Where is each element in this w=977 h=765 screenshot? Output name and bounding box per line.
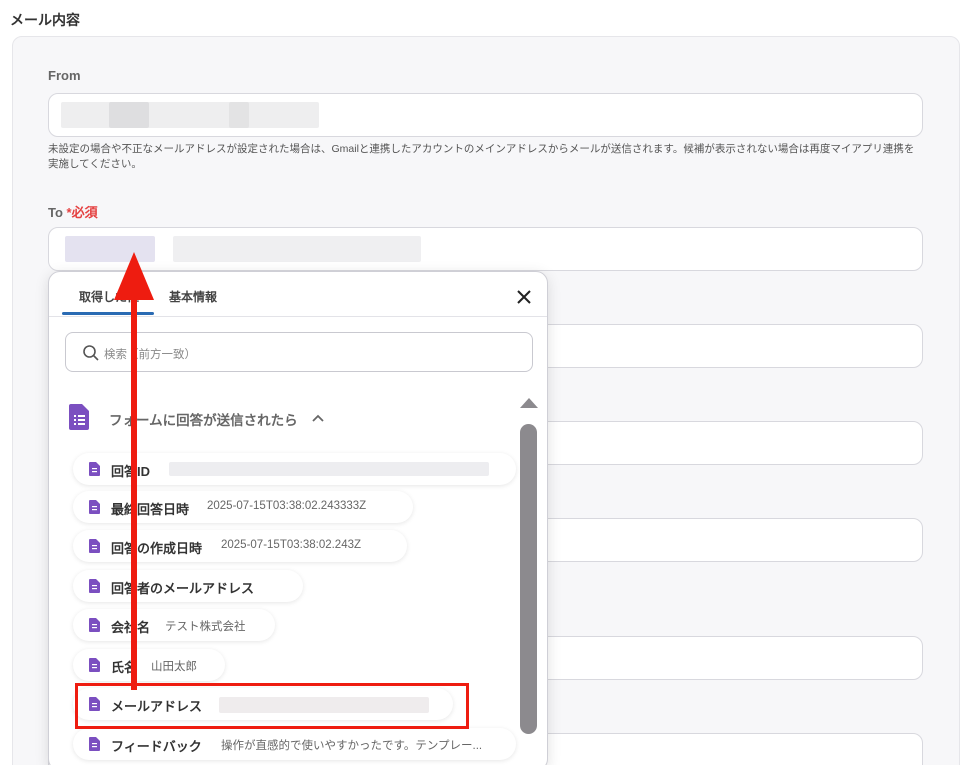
form-icon (89, 618, 100, 632)
search-input[interactable]: 検索（前方一致） (65, 332, 533, 372)
from-label: From (48, 68, 81, 83)
search-placeholder: 検索（前方一致） (104, 349, 196, 361)
item-name: 会社名 (111, 620, 151, 635)
required-text: 必須 (71, 205, 98, 220)
chevron-up-icon[interactable] (312, 414, 324, 422)
form-icon (89, 539, 100, 553)
highlight-box (75, 683, 469, 729)
blurred-value (109, 102, 149, 128)
item-name: 氏名 (111, 660, 138, 675)
from-field[interactable] (48, 93, 923, 137)
scrollbar-thumb[interactable] (520, 424, 537, 734)
form-icon (89, 500, 100, 514)
to-label-text: To (48, 205, 63, 220)
tab-obtained-values[interactable]: 取得した値 (79, 288, 139, 305)
group-title: フォームに回答が送信されたら (109, 413, 298, 428)
item-name: 回答者のメールアドレス (111, 581, 255, 596)
item-name: 回答の作成日時 (111, 541, 203, 556)
scroll-up-arrow[interactable] (520, 398, 538, 408)
blurred-value (169, 462, 489, 476)
form-icon (89, 462, 100, 476)
section-title: メール内容 (10, 12, 80, 28)
item-value: 山田太郎 (151, 661, 197, 673)
item-value: 2025-07-15T03:38:02.243333Z (207, 500, 367, 512)
blurred-value (61, 102, 319, 128)
item-value: テスト株式会社 (165, 621, 246, 633)
form-icon (89, 579, 100, 593)
list-item[interactable]: 会社名 テスト株式会社 (73, 609, 275, 641)
list-item[interactable]: 最終回答日時 2025-07-15T03:38:02.243333Z (73, 491, 413, 523)
item-name: 回答ID (111, 464, 151, 479)
list-item[interactable]: 氏名 山田太郎 (73, 649, 225, 681)
list-item[interactable]: フィードバック 操作が直感的で使いやすかったです。テンプレー... (73, 728, 516, 760)
active-tab-indicator (62, 312, 154, 315)
to-field[interactable] (48, 227, 923, 271)
item-value: 操作が直感的で使いやすかったです。テンプレー... (221, 740, 483, 752)
from-help-text: 未設定の場合や不正なメールアドレスが設定された場合は、Gmailと連携したアカウ… (48, 143, 915, 170)
to-label: To *必須 (48, 202, 98, 221)
picker-tabs: 取得した値 基本情報 (49, 272, 547, 317)
form-icon (89, 737, 100, 751)
list-item[interactable]: 回答ID (73, 453, 516, 485)
item-name: 最終回答日時 (111, 502, 190, 517)
item-value: 2025-07-15T03:38:02.243Z (221, 539, 362, 551)
form-icon (89, 658, 100, 672)
list-item[interactable]: 回答者のメールアドレス (73, 570, 303, 602)
item-name: フィードバック (111, 739, 202, 754)
search-icon (83, 345, 99, 361)
blurred-value (173, 236, 421, 262)
close-icon[interactable] (513, 286, 535, 308)
list-item[interactable]: 回答の作成日時 2025-07-15T03:38:02.243Z (73, 530, 407, 562)
blurred-value (65, 236, 155, 262)
form-icon (69, 404, 89, 430)
blurred-value (229, 102, 249, 128)
tab-basic-info[interactable]: 基本情報 (169, 288, 217, 305)
